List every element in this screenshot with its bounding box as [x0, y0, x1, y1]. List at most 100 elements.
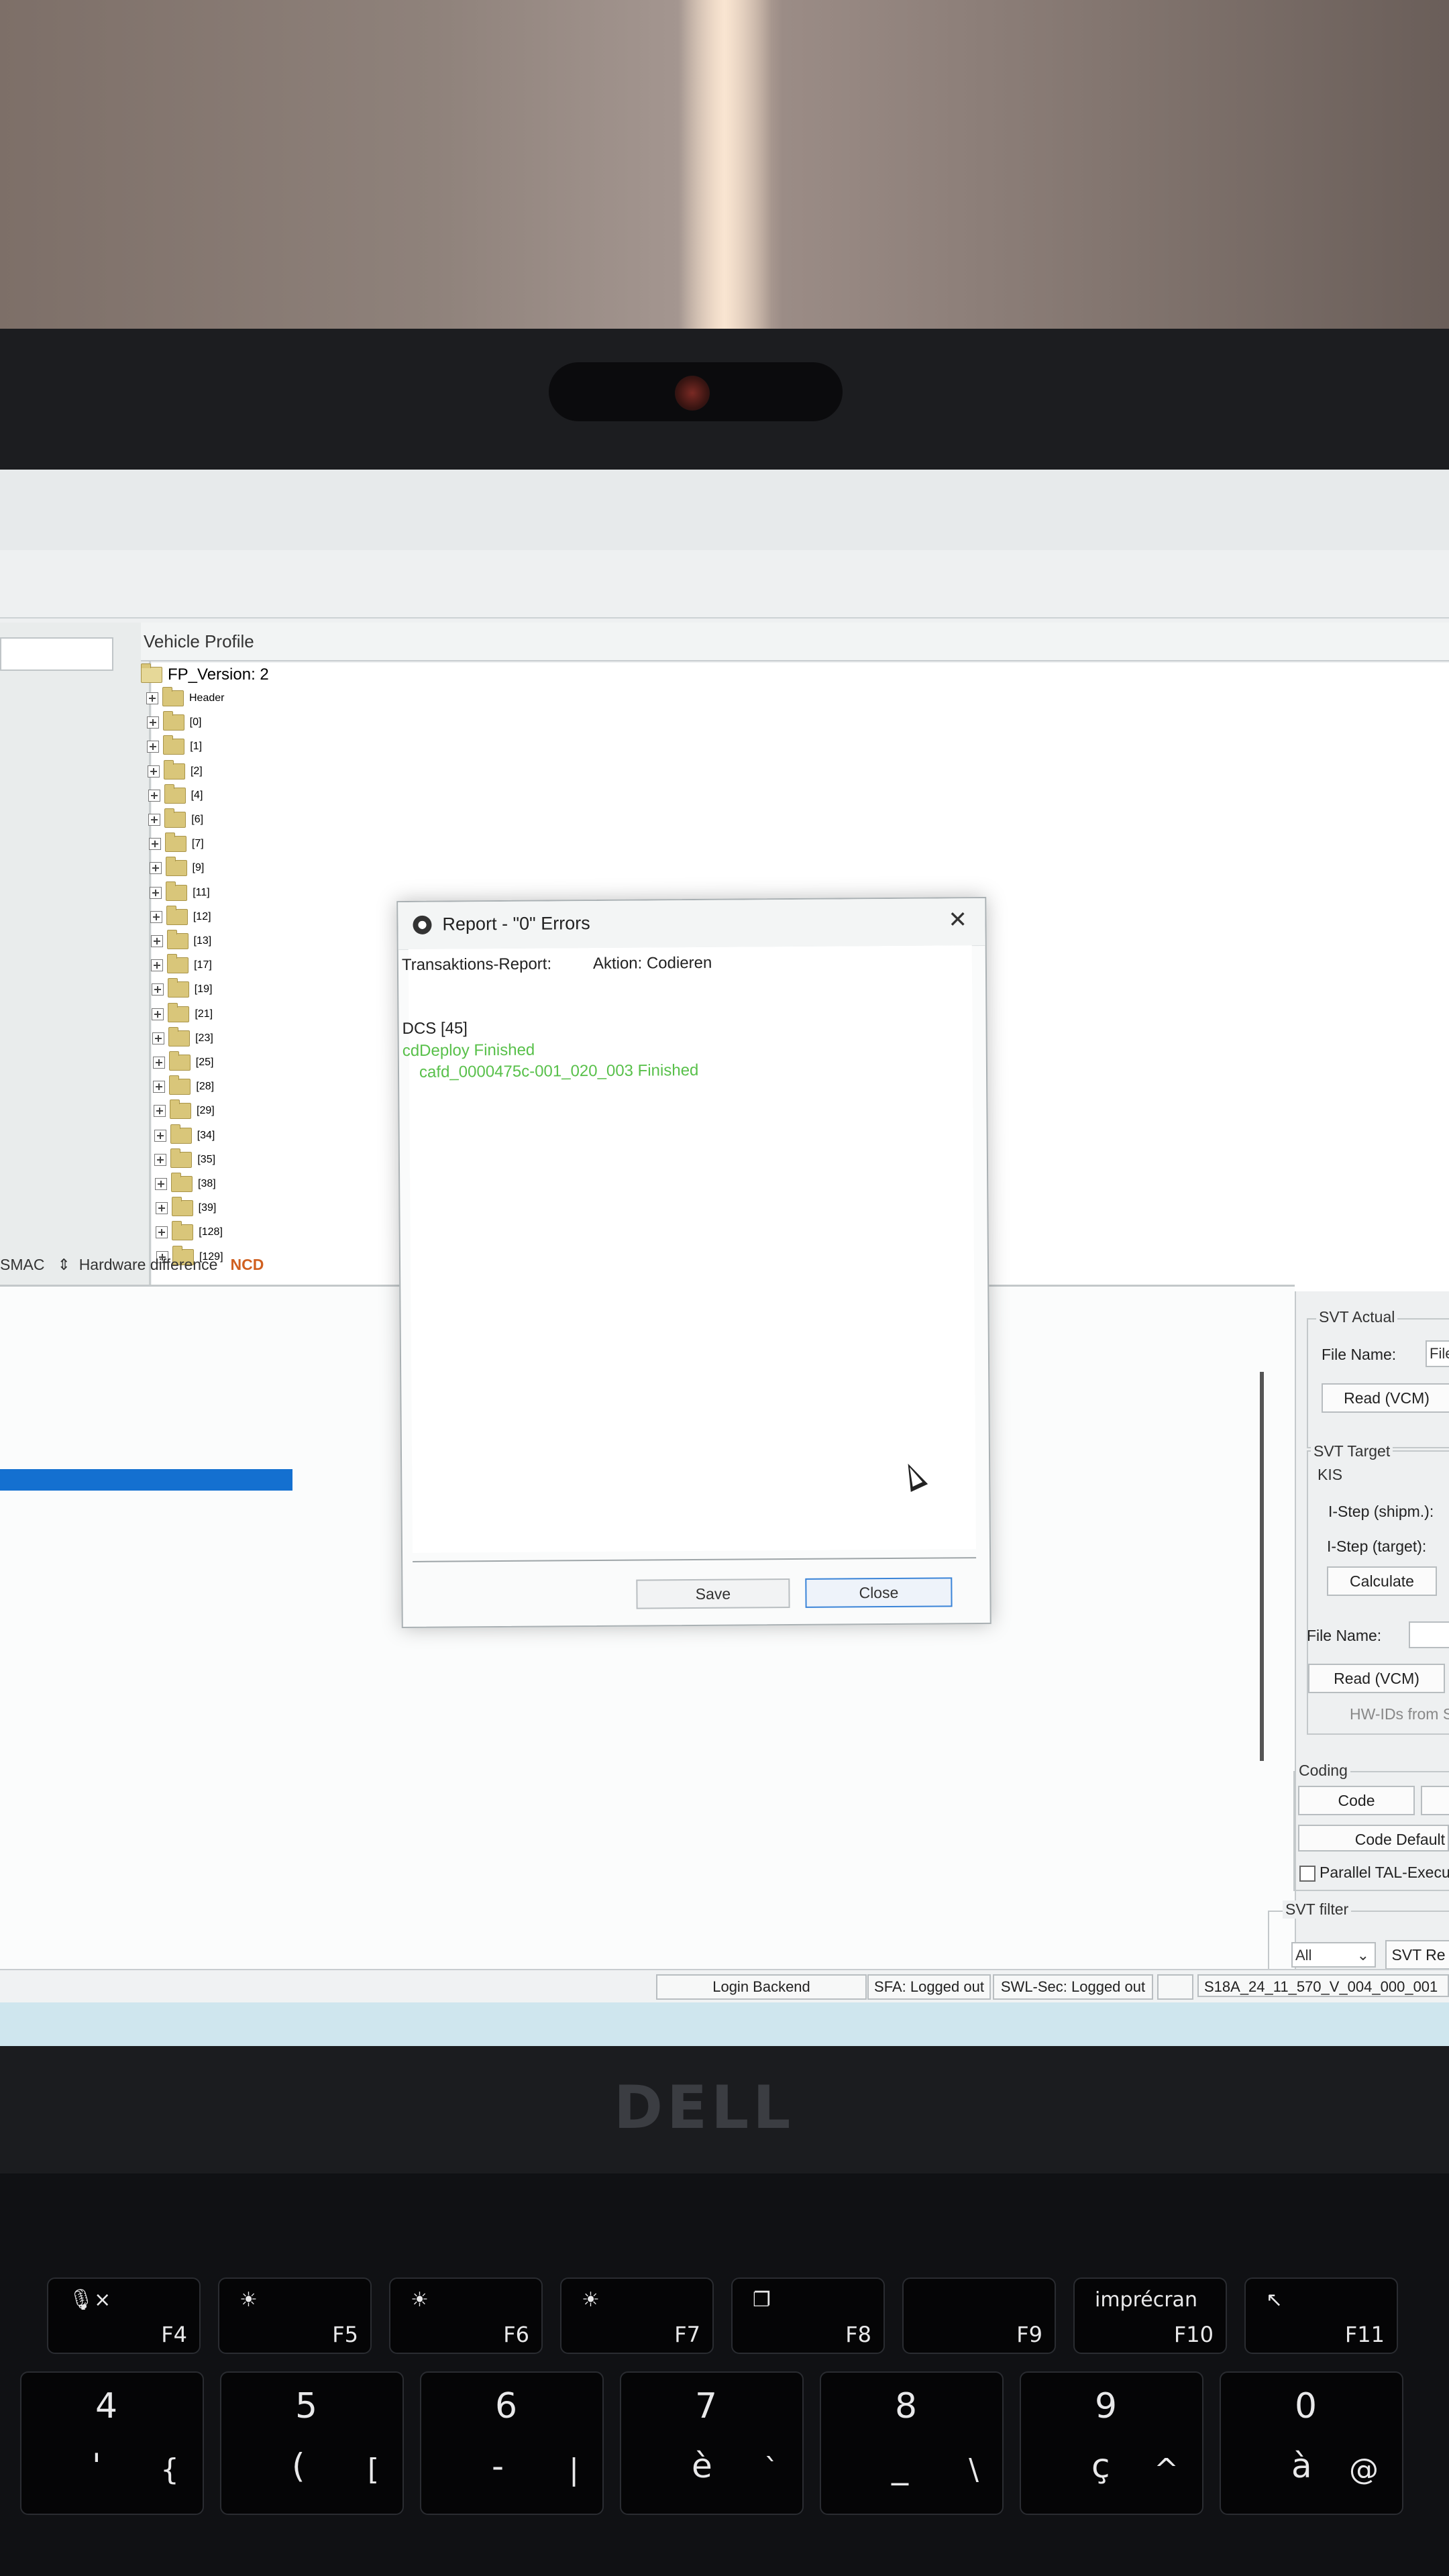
swap-icon: ⇕ [57, 1256, 70, 1273]
number-key-top: 9 [1095, 2386, 1118, 2426]
function-key-label: F6 [503, 2322, 529, 2347]
function-key[interactable]: ☀ F5 [218, 2277, 372, 2354]
checkbox-icon[interactable] [1299, 1865, 1316, 1882]
expand-plus-icon[interactable] [152, 1032, 165, 1044]
number-key-alt: | [569, 2453, 579, 2487]
expand-plus-icon[interactable] [155, 1178, 167, 1190]
expand-plus-icon[interactable] [151, 959, 164, 972]
tree-node-label: [12] [193, 910, 211, 922]
tree-node[interactable]: [21] [152, 1002, 213, 1025]
close-button[interactable]: Close [805, 1577, 953, 1608]
parallel-tal-checkbox[interactable]: Parallel TAL-Execu [1299, 1864, 1449, 1882]
tree-node[interactable]: [13] [150, 930, 212, 952]
expand-plus-icon[interactable] [154, 1105, 166, 1118]
code-button-2[interactable] [1421, 1786, 1449, 1815]
tree-node[interactable]: [2] [147, 759, 203, 782]
function-key[interactable]: ↖ F11 [1244, 2277, 1398, 2354]
number-key-bottom: è [692, 2447, 712, 2485]
expand-plus-icon[interactable] [150, 910, 162, 923]
function-key[interactable]: ❐ F8 [731, 2277, 885, 2354]
tree-node-label: [9] [192, 862, 205, 874]
tree-node[interactable]: [11] [150, 881, 210, 904]
file-name-field-2[interactable] [1409, 1621, 1449, 1648]
function-key[interactable]: ☀ F6 [389, 2277, 543, 2354]
tree-node[interactable]: Header [146, 687, 224, 709]
tree-node[interactable]: [38] [155, 1173, 216, 1195]
function-key[interactable]: F9 [902, 2277, 1056, 2354]
login-backend-button[interactable]: Login Backend [656, 1974, 867, 2000]
tree-root[interactable]: FP_Version: 2 [141, 663, 269, 686]
tree-node[interactable]: [39] [155, 1197, 217, 1219]
tree-node[interactable]: [29] [154, 1099, 215, 1122]
number-key[interactable]: 9 ç ^ [1020, 2371, 1203, 2515]
app-menu-strip [0, 470, 1449, 551]
tree-node[interactable]: [19] [151, 978, 212, 1000]
bmw-logo-icon [413, 915, 432, 934]
expand-plus-icon[interactable] [146, 692, 158, 704]
number-key[interactable]: 8 _ \ [820, 2371, 1004, 2515]
tree-node[interactable]: [25] [152, 1051, 213, 1073]
tree-node[interactable]: [0] [146, 711, 201, 733]
tree-node[interactable]: [6] [148, 808, 203, 830]
save-button[interactable]: Save [636, 1578, 790, 1609]
function-key-label: F8 [845, 2322, 871, 2347]
calculate-button[interactable]: Calculate [1327, 1566, 1437, 1596]
function-key[interactable]: ☀ F7 [560, 2277, 714, 2354]
tree-node-label: [39] [198, 1202, 217, 1214]
code-button[interactable]: Code [1298, 1786, 1415, 1815]
expand-plus-icon[interactable] [154, 1129, 166, 1142]
number-key-top: 4 [95, 2386, 118, 2426]
tree-node[interactable]: [128] [156, 1221, 223, 1243]
number-key[interactable]: 5 ([ [220, 2371, 404, 2515]
app-toolbar-strip [0, 550, 1449, 619]
expand-plus-icon[interactable] [148, 838, 161, 851]
expand-plus-icon[interactable] [155, 1202, 168, 1215]
log-scrollbar[interactable] [1260, 1372, 1264, 1761]
expand-plus-icon[interactable] [152, 1008, 164, 1020]
function-key[interactable]: imprécran F10 [1073, 2277, 1227, 2354]
tree-node[interactable]: [34] [154, 1124, 215, 1146]
tree-node[interactable]: [28] [153, 1075, 214, 1097]
expand-plus-icon[interactable] [156, 1226, 168, 1239]
function-key[interactable]: 🎙× F4 [47, 2277, 201, 2354]
expand-plus-icon[interactable] [153, 1081, 166, 1093]
tree-node[interactable]: [1] [147, 735, 202, 757]
svt-filter-select[interactable]: All ⌄ [1291, 1942, 1376, 1968]
number-key[interactable]: 4 ' { [20, 2371, 204, 2515]
tree-node[interactable]: [17] [151, 954, 212, 976]
expand-plus-icon[interactable] [152, 1057, 165, 1069]
expand-plus-icon[interactable] [150, 935, 163, 947]
svt-reload-button[interactable]: SVT Re [1385, 1940, 1449, 1970]
expand-plus-icon[interactable] [149, 862, 162, 875]
tree-node[interactable]: [7] [148, 833, 204, 855]
folder-icon [166, 930, 189, 949]
tree-node[interactable]: [23] [152, 1026, 213, 1049]
expand-plus-icon[interactable] [154, 1153, 167, 1166]
left-search-input[interactable] [0, 637, 113, 671]
dialog-title-bar[interactable]: Report - "0" Errors ✕ [398, 898, 985, 951]
function-key-icon: ☀ [411, 2288, 429, 2312]
code-default-button[interactable]: Code Default [1298, 1825, 1449, 1851]
expand-plus-icon[interactable] [148, 814, 161, 826]
action-label: Aktion: Codieren [592, 953, 712, 973]
read-vcm-button-2[interactable]: Read (VCM) [1308, 1664, 1445, 1693]
number-key-top: 8 [895, 2386, 918, 2426]
expand-plus-icon[interactable] [148, 789, 160, 802]
tree-node[interactable]: [35] [154, 1148, 215, 1171]
folder-icon [167, 954, 189, 974]
expand-plus-icon[interactable] [147, 741, 160, 753]
tree-node-label: [13] [193, 935, 212, 947]
expand-plus-icon[interactable] [146, 716, 159, 729]
number-key[interactable]: 6 - | [420, 2371, 604, 2515]
tree-node[interactable]: [4] [148, 784, 203, 806]
tree-node[interactable]: [12] [150, 905, 211, 928]
expand-plus-icon[interactable] [150, 886, 162, 899]
read-vcm-button[interactable]: Read (VCM) [1322, 1383, 1449, 1413]
number-key[interactable]: 0 à @ [1220, 2371, 1403, 2515]
file-name-field[interactable]: File [1426, 1340, 1449, 1367]
expand-plus-icon[interactable] [147, 765, 160, 777]
tree-node[interactable]: [9] [149, 857, 205, 879]
close-icon[interactable]: ✕ [948, 906, 967, 933]
number-key[interactable]: 7 è ` [620, 2371, 804, 2515]
expand-plus-icon[interactable] [151, 983, 164, 996]
